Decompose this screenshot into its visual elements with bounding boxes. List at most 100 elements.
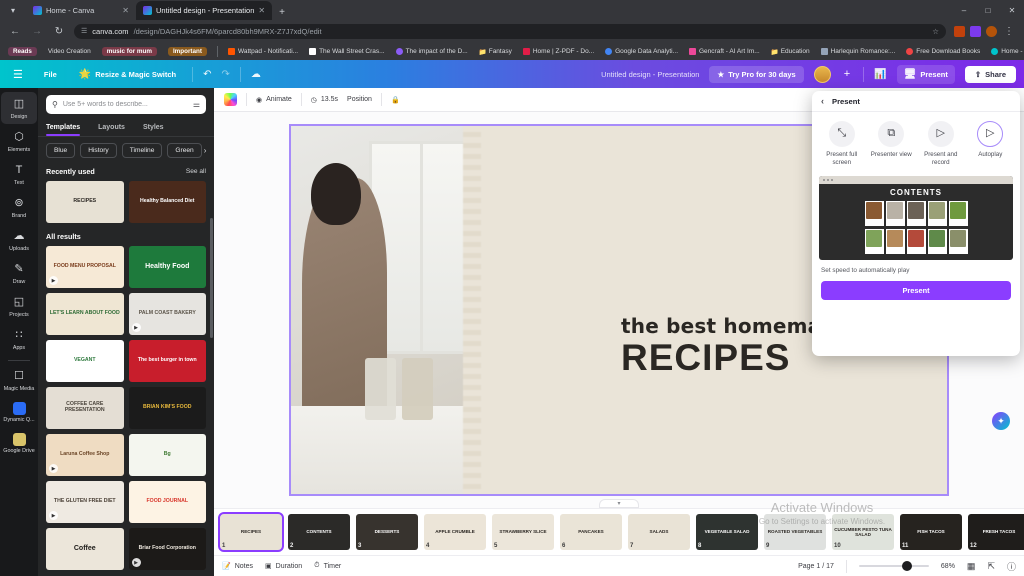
animate-button[interactable]: ◉ Animate xyxy=(256,96,292,104)
slide-thumbnail[interactable]: DESSERTS 3 xyxy=(356,514,418,550)
rail-item-magic-media[interactable]: ☐ Magic Media xyxy=(1,364,37,396)
chip-timeline[interactable]: Timeline xyxy=(121,143,163,158)
insights-icon[interactable]: 📊 xyxy=(874,69,886,80)
close-icon[interactable]: ✕ xyxy=(258,6,265,15)
bookmark-item[interactable]: 📁 Fantasy xyxy=(475,46,516,57)
position-button[interactable]: Position xyxy=(347,96,372,103)
rail-item-brand[interactable]: ⊚ Brand xyxy=(1,191,37,223)
page-color-swatch[interactable] xyxy=(224,93,237,106)
minimize-button[interactable]: – xyxy=(952,0,976,20)
template-card[interactable]: Bg xyxy=(128,434,206,476)
close-icon[interactable]: ✕ xyxy=(122,6,129,15)
template-card[interactable]: PALM COAST BAKERY ▶ xyxy=(128,293,206,335)
lock-icon[interactable]: 🔒 xyxy=(391,96,400,104)
slide-thumbnail[interactable]: VEGETABLE SALAD 8 xyxy=(696,514,758,550)
tab-layouts[interactable]: Layouts xyxy=(98,120,125,136)
add-member-button[interactable]: + xyxy=(841,68,853,80)
page-indicator[interactable]: Page 1 / 17 xyxy=(798,563,834,570)
search-input[interactable]: ⚲ Use 5+ words to describe... ⚌ xyxy=(46,95,206,114)
rail-item-uploads[interactable]: ☁ Uploads xyxy=(1,224,37,256)
maximize-button[interactable]: □ xyxy=(976,0,1000,20)
template-card[interactable]: FOOD JOURNAL xyxy=(128,481,206,523)
tab-search-icon[interactable]: ▾ xyxy=(0,0,26,20)
reload-icon[interactable]: ↻ xyxy=(52,24,66,38)
template-card[interactable]: VEGANT xyxy=(46,340,124,382)
template-card[interactable]: Healthy Food xyxy=(128,246,206,288)
zoom-level[interactable]: 68% xyxy=(941,563,955,570)
slide-thumbnail[interactable]: CONTENTS 2 xyxy=(288,514,350,550)
slide-thumbnail[interactable]: STRAWBERRY SLICE 5 xyxy=(492,514,554,550)
bookmark-item[interactable]: Video Creation xyxy=(44,46,95,57)
autoplay-button[interactable]: ▷ Autoplay xyxy=(967,121,1015,167)
bookmark-item[interactable]: Home | Z-PDF - Do... xyxy=(519,46,598,57)
extension-icon-2[interactable] xyxy=(970,25,981,37)
rail-item-design[interactable]: ◫ Design xyxy=(1,92,37,124)
resize-magic-switch-button[interactable]: 🌟 Resize & Magic Switch xyxy=(73,66,182,83)
bookmark-item[interactable]: Reads xyxy=(4,45,41,58)
filter-sliders-icon[interactable]: ⚌ xyxy=(193,100,200,109)
notes-button[interactable]: 📝 Notes xyxy=(222,562,253,571)
template-card[interactable]: COFFEE CARE PRESENTATION xyxy=(46,387,124,429)
duration-button[interactable]: ▣ Duration xyxy=(265,562,302,571)
template-card[interactable]: BRIAN KIM'S FOOD xyxy=(128,387,206,429)
rail-item-google-drive[interactable]: Google Drive xyxy=(1,428,37,458)
back-icon[interactable]: ‹ xyxy=(821,96,824,106)
grid-view-icon[interactable]: ▦ xyxy=(967,561,976,572)
duration-button[interactable]: ◷ 13.5s xyxy=(311,96,338,104)
template-card[interactable]: FOOD MENU PROPOSAL ▶ xyxy=(46,246,124,288)
slide-thumbnail[interactable]: RECIPES 1 xyxy=(218,512,284,552)
template-card[interactable]: THE GLUTEN FREE DIET ▶ xyxy=(46,481,124,523)
bookmark-item[interactable]: Wattpad - Notificati... xyxy=(224,46,302,57)
chip-history[interactable]: History xyxy=(80,143,117,158)
extension-icon-1[interactable] xyxy=(954,25,965,37)
magic-assistant-button[interactable]: ✦ xyxy=(992,412,1010,430)
template-card[interactable]: Coffee xyxy=(46,528,124,570)
woman-in-kitchen-photo[interactable] xyxy=(291,126,476,494)
rail-item-apps[interactable]: ∷ Apps xyxy=(1,323,37,355)
bookmark-item[interactable]: Google Data Analyti... xyxy=(601,46,682,57)
browser-menu-icon[interactable]: ⋮ xyxy=(1002,24,1016,38)
site-settings-icon[interactable]: ☰ xyxy=(81,27,87,35)
bookmark-item[interactable]: The Wall Street Cras... xyxy=(305,46,389,57)
play-icon[interactable]: ▶ xyxy=(131,558,141,567)
redo-icon[interactable]: ↷ xyxy=(222,69,230,80)
browser-tab-design[interactable]: Untitled design - Presentation ✕ xyxy=(136,1,273,20)
rail-item-elements[interactable]: ⬡ Elements xyxy=(1,125,37,157)
bookmark-item[interactable]: Free Download Books xyxy=(902,46,984,57)
bookmark-item[interactable]: Home - Canva xyxy=(987,46,1024,57)
address-input[interactable]: ☰ canva.com/design/DAGHJk4s6FM/6parcd80b… xyxy=(74,23,946,39)
help-icon[interactable]: ⓘ xyxy=(1007,560,1016,573)
bookmark-item[interactable]: Gencraft - AI Art Im... xyxy=(685,46,764,57)
forward-icon[interactable]: → xyxy=(30,24,44,38)
rail-item-text[interactable]: T Text xyxy=(1,158,37,190)
slide-thumbnail[interactable]: PANCAKES 6 xyxy=(560,514,622,550)
template-card[interactable]: Laruna Coffee Shop ▶ xyxy=(46,434,124,476)
cloud-save-icon[interactable]: ☁ xyxy=(251,69,261,80)
rail-item-projects[interactable]: ◱ Projects xyxy=(1,290,37,322)
try-pro-button[interactable]: ★ Try Pro for 30 days xyxy=(709,65,804,83)
slide-thumbnail[interactable]: CUCUMBER PESTO TUNA SALAD 10 xyxy=(832,514,894,550)
template-card[interactable]: Healthy Balanced Diet xyxy=(128,181,206,223)
bookmark-item[interactable]: music for mum xyxy=(98,45,161,58)
zoom-slider-knob[interactable] xyxy=(902,561,913,571)
undo-icon[interactable]: ↶ xyxy=(203,69,211,80)
panel-scrollbar[interactable] xyxy=(210,218,213,338)
slide-thumbnail[interactable]: FISH TACOS 11 xyxy=(900,514,962,550)
play-icon[interactable]: ▶ xyxy=(49,464,58,473)
close-window-button[interactable]: ✕ xyxy=(1000,0,1024,20)
timer-button[interactable]: ⏱ Timer xyxy=(314,562,341,570)
bookmark-item[interactable]: Harlequin Romance:... xyxy=(817,46,900,57)
template-card[interactable]: Briar Food Corporation ▶ xyxy=(128,528,206,570)
slide-thumbnail[interactable]: FRESH TACOS 12 xyxy=(968,514,1024,550)
play-icon[interactable]: ▶ xyxy=(49,276,58,285)
new-tab-button[interactable]: + xyxy=(272,7,292,20)
zoom-slider[interactable] xyxy=(858,561,929,571)
present-button[interactable]: 🖥 Present xyxy=(896,64,955,84)
share-button[interactable]: ⇧ Share xyxy=(964,65,1016,83)
avatar[interactable] xyxy=(986,25,997,37)
slide-thumbnail[interactable]: APPLE CRUMBLE 4 xyxy=(424,514,486,550)
file-menu-button[interactable]: File xyxy=(38,67,63,82)
slide-thumbnail[interactable]: SALADS 7 xyxy=(628,514,690,550)
see-all-link[interactable]: See all xyxy=(186,168,206,175)
fullscreen-icon[interactable]: ⇱ xyxy=(987,561,995,572)
